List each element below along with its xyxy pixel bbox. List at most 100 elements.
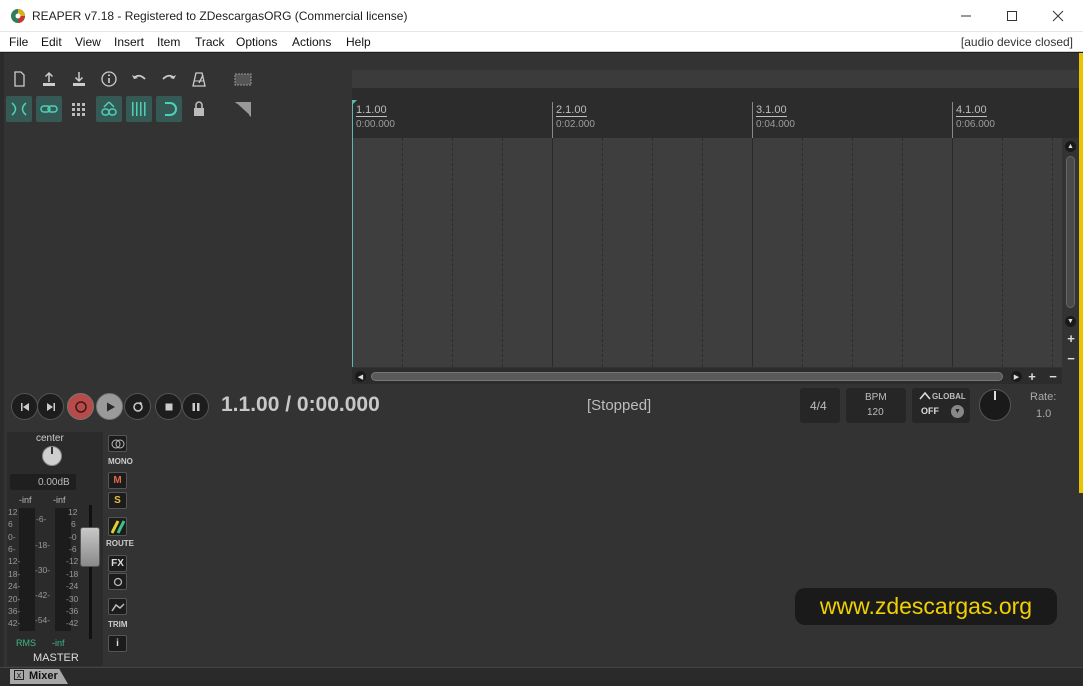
grid-line <box>952 138 953 367</box>
vertical-scroll-thumb[interactable] <box>1066 156 1075 308</box>
lock-button[interactable] <box>186 96 212 122</box>
close-button[interactable] <box>1035 0 1081 32</box>
play-button[interactable] <box>96 393 123 420</box>
volume-fader-handle[interactable] <box>80 527 100 567</box>
repeat-button[interactable] <box>124 393 151 420</box>
plus-icon: + <box>1028 368 1036 384</box>
zoom-out-vertical-button[interactable]: − <box>1064 351 1078 366</box>
save-project-button[interactable] <box>66 66 92 92</box>
marquee-select-button[interactable] <box>230 66 256 92</box>
meter-scale: -30 <box>66 594 79 604</box>
transport-status: [Stopped] <box>587 397 652 414</box>
menu-edit[interactable]: Edit <box>41 35 62 49</box>
redo-button[interactable] <box>156 66 182 92</box>
global-dropdown-button[interactable]: ▼ <box>951 405 964 418</box>
track-control-panel[interactable] <box>4 130 350 367</box>
fx-bypass-button[interactable] <box>108 573 127 590</box>
info-label: i <box>116 638 119 649</box>
minimize-button[interactable] <box>943 0 989 32</box>
menu-track[interactable]: Track <box>195 35 225 49</box>
trim-button[interactable] <box>108 598 127 615</box>
scroll-right-button[interactable]: ▶ <box>1011 371 1022 382</box>
grid-line <box>1002 138 1003 367</box>
new-project-button[interactable] <box>6 66 32 92</box>
menu-file[interactable]: File <box>9 35 28 49</box>
horizontal-scroll-thumb[interactable] <box>371 372 1003 381</box>
menu-options[interactable]: Options <box>236 35 277 49</box>
route-button[interactable] <box>108 517 127 536</box>
grid-line <box>802 138 803 367</box>
metronome-icon <box>192 72 206 87</box>
close-mixer-tab-icon[interactable]: x <box>14 670 24 680</box>
zoom-out-horizontal-button[interactable]: − <box>1046 369 1060 384</box>
knob-indicator <box>994 391 996 400</box>
loop-button[interactable] <box>156 96 182 122</box>
ruler-time-label: 0:06.000 <box>956 119 995 130</box>
transport-position[interactable]: 1.1.00 / 0:00.000 <box>221 393 380 417</box>
ripple-edit-button[interactable] <box>6 96 32 122</box>
play-icon <box>106 402 115 411</box>
rms-label: RMS <box>16 638 36 648</box>
item-grouping-icon <box>101 101 117 116</box>
power-icon <box>113 577 122 586</box>
scroll-left-button[interactable]: ◀ <box>355 371 366 382</box>
menu-item[interactable]: Item <box>157 35 180 49</box>
solo-button[interactable]: S <box>108 492 127 509</box>
meter-scale: 6 <box>71 519 76 529</box>
grid-button[interactable] <box>66 96 92 122</box>
mute-button[interactable]: M <box>108 472 127 489</box>
rate-label: Rate: <box>1030 391 1057 403</box>
menu-actions[interactable]: Actions <box>292 35 331 49</box>
track-info-button[interactable]: i <box>108 635 127 652</box>
fx-button[interactable]: FX <box>108 555 127 572</box>
zoom-in-horizontal-button[interactable]: + <box>1025 368 1039 384</box>
menu-help[interactable]: Help <box>346 35 371 49</box>
menu-view[interactable]: View <box>75 35 101 49</box>
ripple-edit-icon <box>11 102 27 116</box>
mono-label: MONO <box>108 457 133 466</box>
snap-button[interactable] <box>126 96 152 122</box>
zoom-in-vertical-button[interactable]: + <box>1064 331 1078 346</box>
mixer-tab-label: Mixer <box>29 670 58 682</box>
volume-readout: 0.00dB <box>38 477 70 488</box>
meter-scale: -6 <box>69 544 77 554</box>
save-upload-icon <box>43 71 55 86</box>
item-grouping-button[interactable] <box>96 96 122 122</box>
timeline-ruler[interactable]: 1.1.00 0:00.000 2.1.00 0:02.000 3.1.00 0… <box>352 88 1079 138</box>
peak-left: -inf <box>19 495 32 505</box>
triangle-up-icon: ▲ <box>1067 143 1074 150</box>
lock-icon <box>194 101 204 116</box>
menu-insert[interactable]: Insert <box>114 35 144 49</box>
go-to-end-button[interactable] <box>37 393 64 420</box>
pause-button[interactable] <box>182 393 209 420</box>
metronome-button[interactable] <box>186 66 212 92</box>
meter-scale: -36 <box>66 606 79 616</box>
redo-icon <box>162 74 176 80</box>
go-to-start-button[interactable] <box>11 393 38 420</box>
scroll-down-button[interactable]: ▼ <box>1065 316 1076 327</box>
window-title: REAPER v7.18 - Registered to ZDescargasO… <box>32 9 408 23</box>
stop-button[interactable] <box>155 393 182 420</box>
pause-icon <box>192 402 199 411</box>
record-button[interactable] <box>67 393 94 420</box>
maximize-button[interactable] <box>989 0 1035 32</box>
audio-device-status[interactable]: [audio device closed] <box>961 35 1073 49</box>
undo-button[interactable] <box>126 66 152 92</box>
meter-scale: -0 <box>69 532 77 542</box>
project-settings-button[interactable] <box>96 66 122 92</box>
mixer-area[interactable] <box>4 430 1079 667</box>
envelope-button[interactable] <box>230 96 256 122</box>
ruler-region-lane[interactable] <box>352 70 1079 88</box>
volume-fader-track[interactable] <box>89 505 92 639</box>
ruler-bar-label: 2.1.00 <box>556 104 587 117</box>
link-button[interactable] <box>36 96 62 122</box>
mono-button[interactable] <box>108 435 127 452</box>
grid-line <box>902 138 903 367</box>
scroll-up-button[interactable]: ▲ <box>1065 141 1076 152</box>
master-track-name: MASTER <box>33 652 79 664</box>
arrange-view[interactable] <box>352 138 1062 367</box>
meter-scale: 36- <box>8 606 21 616</box>
edit-cursor-head[interactable] <box>352 100 357 105</box>
meter-scale: -6- <box>36 514 47 524</box>
open-project-button[interactable] <box>36 66 62 92</box>
